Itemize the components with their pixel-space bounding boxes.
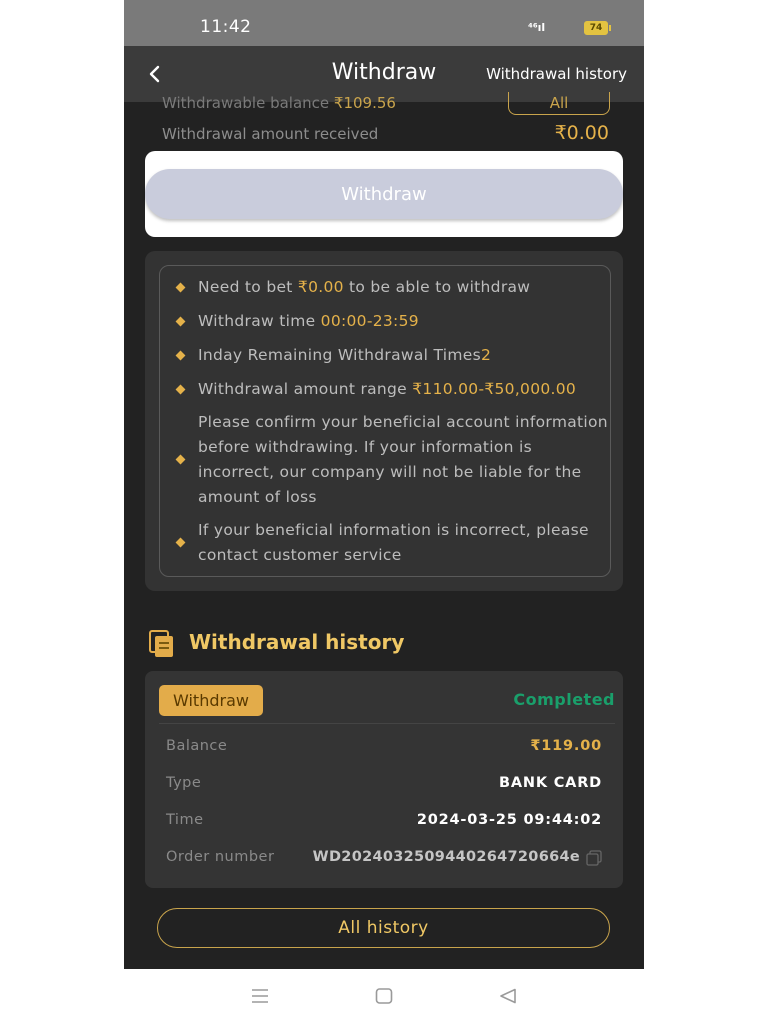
balance-value: ₹119.00	[530, 738, 602, 754]
battery-icon: 74	[584, 21, 611, 35]
rules-card: Need to bet ₹0.00 to be able to withdraw…	[145, 251, 623, 591]
withdraw-button[interactable]: Withdraw	[145, 169, 623, 219]
rule-text: to be able to withdraw	[343, 278, 531, 296]
rule-text: Withdrawal amount range	[198, 380, 413, 398]
type-value: BANK CARD	[499, 775, 602, 791]
app-screen: 11:42 ⁴⁶ıl 74 Withdraw Withdrawal histor…	[124, 0, 644, 969]
status-bar: 11:42 ⁴⁶ıl 74	[124, 0, 644, 46]
rule-highlight: ₹110.00-₹50,000.00	[412, 380, 577, 398]
rule-item: Please confirm your beneficial account i…	[175, 410, 608, 510]
history-record[interactable]: Withdraw Completed Balance ₹119.00 Type …	[145, 671, 623, 888]
record-type-badge: Withdraw	[159, 685, 263, 716]
time-value: 2024-03-25 09:44:02	[416, 812, 602, 828]
system-nav-bar	[0, 969, 768, 1024]
type-label: Type	[166, 775, 202, 791]
rule-text: Please confirm your beneficial account i…	[198, 413, 608, 506]
diamond-icon	[175, 454, 186, 465]
withdrawal-history-link[interactable]: Withdrawal history	[486, 65, 627, 83]
withdrawable-balance-amount: ₹109.56	[333, 94, 396, 112]
status-time: 11:42	[200, 17, 252, 37]
received-amount-value: ₹0.00	[554, 122, 609, 144]
order-label: Order number	[166, 849, 275, 865]
time-label: Time	[166, 812, 204, 828]
rule-item: If your beneficial information is incorr…	[175, 518, 608, 568]
rule-text: Inday Remaining Withdrawal Times	[198, 346, 481, 364]
withdrawable-balance-row: Withdrawable balance ₹109.56	[162, 94, 396, 112]
diamond-icon	[175, 537, 186, 548]
diamond-icon	[175, 282, 186, 293]
all-history-button[interactable]: All history	[157, 908, 610, 948]
document-icon	[149, 630, 173, 657]
signal-icon: ⁴⁶ıl	[528, 21, 546, 34]
received-amount-label: Withdrawal amount received	[162, 125, 379, 143]
rule-highlight: 00:00-23:59	[320, 312, 419, 330]
rule-text: Withdraw time	[198, 312, 321, 330]
home-icon[interactable]	[375, 988, 393, 1004]
rule-item: Inday Remaining Withdrawal Times2	[175, 343, 608, 368]
rule-item: Need to bet ₹0.00 to be able to withdraw	[175, 275, 608, 300]
menu-icon[interactable]	[251, 988, 269, 1004]
rule-item: Withdraw time 00:00-23:59	[175, 309, 608, 334]
rules-list: Need to bet ₹0.00 to be able to withdraw…	[159, 265, 611, 577]
section-title: Withdrawal history	[189, 630, 405, 654]
divider	[159, 723, 615, 724]
withdrawable-balance-label: Withdrawable balance	[162, 94, 334, 112]
balance-label: Balance	[166, 738, 228, 754]
diamond-icon	[175, 316, 186, 327]
copy-icon[interactable]	[586, 850, 602, 866]
rule-highlight: ₹0.00	[297, 278, 344, 296]
all-button[interactable]: All	[508, 92, 610, 115]
back-triangle-icon[interactable]	[499, 988, 517, 1004]
status-badge: Completed	[513, 690, 615, 709]
rule-highlight: 2	[480, 346, 492, 364]
order-value: WD2024032509440264720664e	[312, 849, 580, 865]
rule-text: Need to bet	[198, 278, 298, 296]
diamond-icon	[175, 350, 186, 361]
rule-item: Withdrawal amount range ₹110.00-₹50,000.…	[175, 377, 608, 402]
rule-text: If your beneficial information is incorr…	[198, 521, 589, 564]
diamond-icon	[175, 384, 186, 395]
withdraw-button-card: Withdraw	[145, 151, 623, 237]
